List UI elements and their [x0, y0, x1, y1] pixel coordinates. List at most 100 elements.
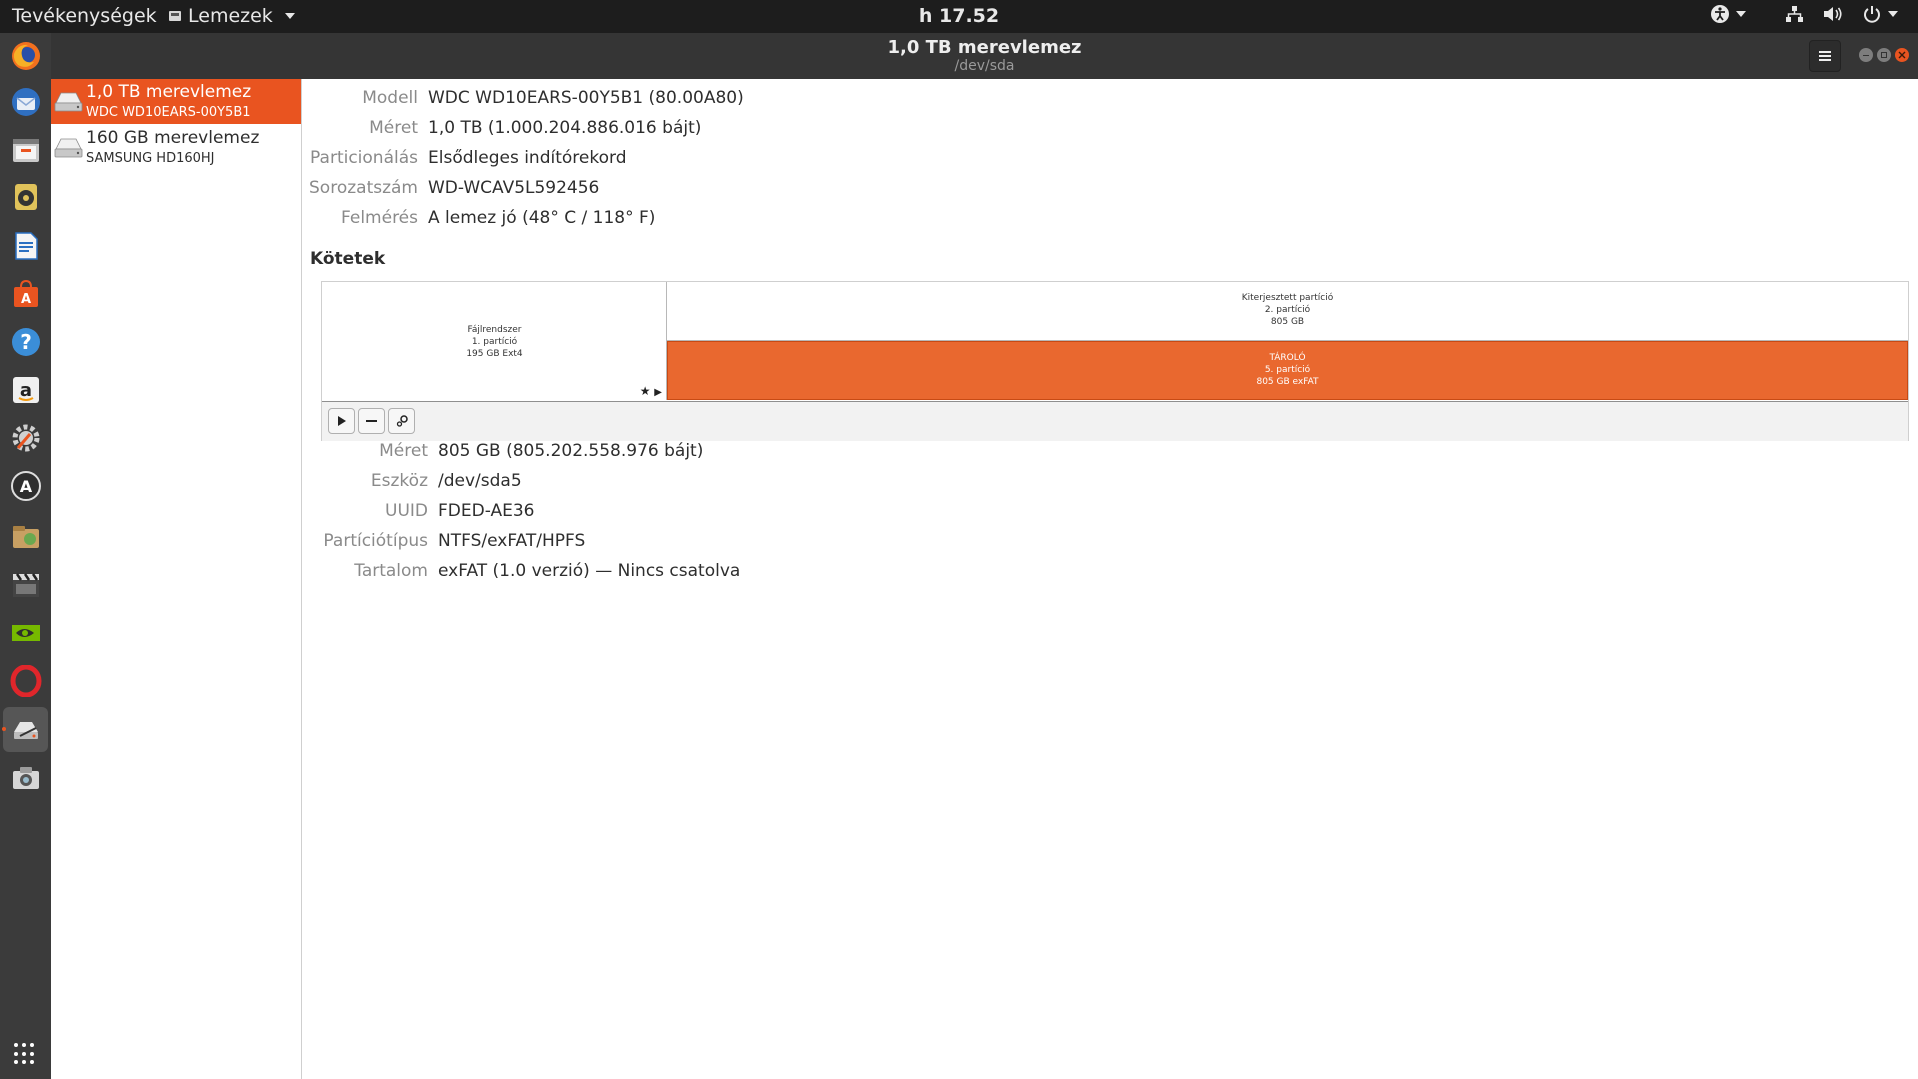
minus-icon — [366, 420, 377, 422]
info-label: Sorozatszám — [309, 178, 418, 198]
drive-name: 160 GB merevlemez — [86, 128, 260, 148]
volume-info-row-uuid: UUID FDED-AE36 — [302, 501, 534, 525]
window-header-bar: 1,0 TB merevlemez /dev/sda — [51, 33, 1918, 79]
software-icon[interactable]: A — [9, 277, 42, 310]
partition-options-button[interactable] — [388, 408, 415, 434]
hard-drive-icon — [54, 138, 83, 158]
volume-info-row-contents: Tartalom exFAT (1.0 verzió) — Nincs csat… — [302, 561, 740, 585]
delete-partition-button[interactable] — [358, 408, 385, 434]
volume-info-row-partition-type: Partíciótípus NTFS/exFAT/HPFS — [302, 531, 585, 555]
info-label: Eszköz — [370, 471, 428, 491]
drive-list-sidebar: 1,0 TB merevlemez WDC WD10EARS-00Y5B1 16… — [51, 79, 302, 1079]
archive-icon[interactable] — [9, 519, 42, 552]
partition-status-icons: ★ ▶ — [640, 384, 662, 398]
info-label: Tartalom — [354, 561, 428, 581]
disk-info-row-serial: Sorozatszám WD-WCAV5L592456 — [302, 178, 599, 202]
drive-item-1tb[interactable]: 1,0 TB merevlemez WDC WD10EARS-00Y5B1 — [51, 79, 301, 124]
hamburger-menu-button[interactable] — [1809, 40, 1841, 72]
volume-indicator[interactable] — [1822, 4, 1844, 24]
window-title: 1,0 TB merevlemez — [887, 37, 1082, 58]
volume-info-row-device: Eszköz /dev/sda5 — [302, 471, 522, 495]
clock[interactable]: h 17.52 — [919, 5, 999, 27]
info-label: Particionálás — [310, 148, 418, 168]
window-subtitle: /dev/sda — [954, 58, 1015, 74]
partition-type: Kiterjesztett partíció — [1241, 293, 1334, 303]
maximize-icon — [1881, 52, 1887, 58]
chevron-down-icon — [284, 13, 295, 19]
info-value: 805 GB (805.202.558.976 bájt) — [438, 441, 704, 461]
info-value: NTFS/exFAT/HPFS — [438, 531, 586, 551]
settings-icon[interactable] — [9, 421, 42, 454]
camera-icon[interactable] — [9, 761, 42, 794]
drive-name: 1,0 TB merevlemez — [86, 82, 252, 102]
network-indicator[interactable] — [1784, 4, 1804, 24]
info-value: 1,0 TB (1.000.204.886.016 bájt) — [428, 118, 702, 138]
partition-storage-selected[interactable]: TÁROLÓ 5. partíció 805 GB exFAT — [667, 341, 1908, 400]
volumes-heading: Kötetek — [310, 249, 386, 269]
app-menu[interactable]: Lemezek — [168, 5, 295, 27]
amazon-icon[interactable]: a — [9, 373, 42, 406]
partition-size: 805 GB exFAT — [1256, 377, 1319, 387]
nvidia-icon[interactable] — [9, 616, 42, 649]
disk-info-row-partitioning: Particionálás Elsődleges indítórekord — [302, 148, 626, 172]
partition-number: 2. partíció — [1264, 305, 1311, 315]
top-bar: Tevékenységek Lemezek h 17.52 — [0, 0, 1918, 33]
rhythmbox-icon[interactable] — [9, 180, 42, 213]
mount-button[interactable] — [328, 408, 355, 434]
minimize-button[interactable] — [1859, 48, 1873, 62]
disks-icon[interactable] — [9, 713, 42, 746]
info-value: WDC WD10EARS-00Y5B1 (80.00A80) — [428, 88, 744, 108]
power-menu[interactable] — [1862, 4, 1898, 24]
drive-model: SAMSUNG HD160HJ — [86, 151, 215, 166]
info-value: /dev/sda5 — [438, 471, 522, 491]
running-indicator — [2, 727, 6, 731]
thunderbird-icon[interactable] — [9, 85, 42, 118]
dock: A ? a A — [0, 33, 51, 1079]
chevron-down-icon — [1888, 11, 1898, 17]
gears-icon — [396, 415, 408, 427]
video-editor-icon[interactable] — [9, 568, 42, 601]
info-label: Felmérés — [341, 208, 418, 228]
svg-text:A: A — [19, 477, 32, 496]
disk-info-row-model: Modell WDC WD10EARS-00Y5B1 (80.00A80) — [302, 88, 744, 112]
partition-type: Fájlrendszer — [467, 325, 522, 335]
info-value: WD-WCAV5L592456 — [428, 178, 600, 198]
disk-info-row-assessment: Felmérés A lemez jó (48° C / 118° F) — [302, 208, 655, 232]
writer-icon[interactable] — [9, 229, 42, 262]
show-applications-button[interactable] — [14, 1043, 36, 1065]
svg-text:a: a — [19, 380, 31, 401]
info-value: FDED-AE36 — [438, 501, 535, 521]
info-label: Méret — [379, 441, 428, 461]
minimize-icon — [1863, 54, 1869, 56]
volume-toolbar — [322, 401, 1908, 441]
star-icon: ★ — [639, 384, 651, 398]
power-icon — [1864, 6, 1880, 23]
activities-button[interactable]: Tevékenységek — [12, 5, 157, 27]
partition-label: Kiterjesztett partíció 2. partíció 805 G… — [667, 292, 1908, 328]
hard-drive-icon — [54, 92, 83, 112]
info-value: Elsődleges indítórekord — [428, 148, 627, 168]
close-icon — [1898, 51, 1906, 59]
disk-info-row-size: Méret 1,0 TB (1.000.204.886.016 bájt) — [302, 118, 701, 142]
partition-filesystem[interactable]: Fájlrendszer 1. partíció 195 GB Ext4 ★ ▶ — [322, 282, 667, 400]
info-label: Partíciótípus — [323, 531, 428, 551]
files-icon[interactable] — [9, 133, 42, 166]
partition-type: TÁROLÓ — [1269, 353, 1306, 363]
info-value: A lemez jó (48° C / 118° F) — [428, 208, 656, 228]
maximize-button[interactable] — [1877, 48, 1891, 62]
updater-icon[interactable]: A — [9, 469, 42, 502]
play-icon — [337, 416, 346, 426]
system-tray — [1710, 4, 1898, 24]
partition-label: TÁROLÓ 5. partíció 805 GB exFAT — [668, 352, 1907, 388]
drive-item-160gb[interactable]: 160 GB merevlemez SAMSUNG HD160HJ — [51, 125, 301, 170]
partition-number: 5. partíció — [1264, 365, 1311, 375]
opera-icon[interactable] — [9, 664, 42, 697]
partition-number: 1. partíció — [471, 337, 518, 347]
partition-extended[interactable]: Kiterjesztett partíció 2. partíció 805 G… — [667, 282, 1908, 341]
accessibility-menu[interactable] — [1710, 4, 1746, 24]
close-button[interactable] — [1895, 48, 1909, 62]
help-icon[interactable]: ? — [9, 325, 42, 358]
hamburger-icon — [1819, 51, 1831, 61]
firefox-icon[interactable] — [9, 39, 42, 72]
info-label: Méret — [369, 118, 418, 138]
